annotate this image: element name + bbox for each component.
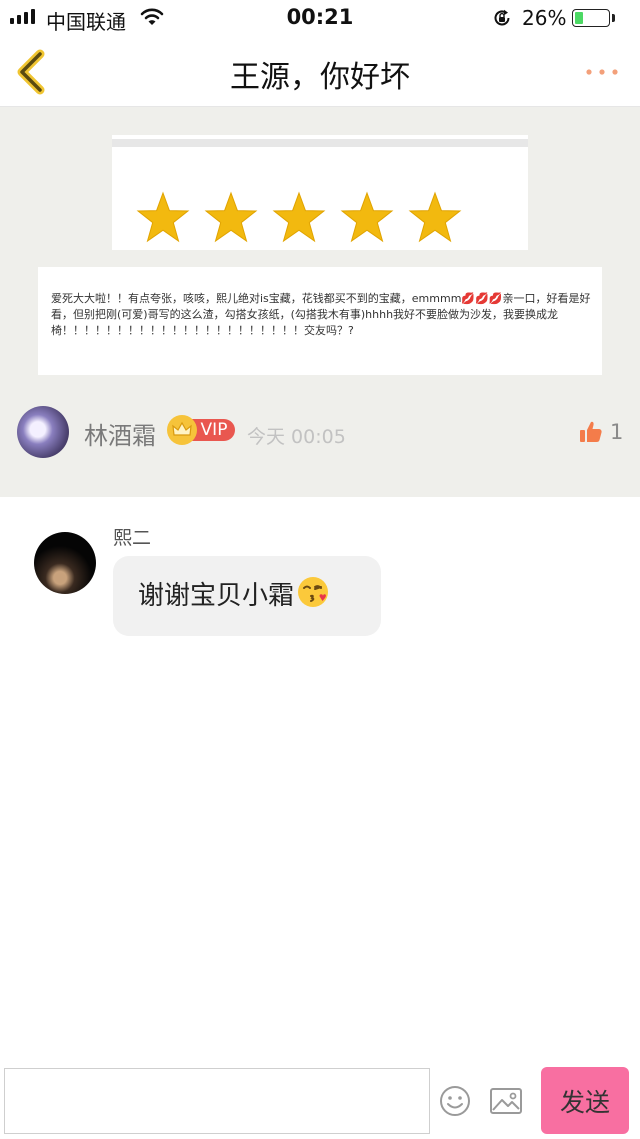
thumbs-up-icon[interactable] (578, 419, 604, 445)
star-icon (136, 191, 190, 243)
smiley-icon[interactable] (438, 1084, 472, 1118)
kissing-face-emoji-icon (298, 577, 329, 607)
review-text-image: 爱死大大啦！！有点夸张，咳咳，熙儿绝对is宝藏，花钱都买不到的宝藏，emmmm💋… (38, 267, 602, 375)
image-icon[interactable] (489, 1086, 523, 1116)
review-post: 爱死大大啦！！有点夸张，咳咳，熙儿绝对is宝藏，花钱都买不到的宝藏，emmmm💋… (0, 107, 640, 497)
star-icon (340, 191, 394, 243)
crown-icon (167, 415, 197, 445)
battery-percent: 26% (522, 6, 567, 30)
battery-icon (572, 9, 610, 27)
author-avatar[interactable] (17, 406, 69, 458)
more-dots-icon[interactable] (584, 62, 620, 82)
card-top-band (112, 139, 528, 147)
input-bar: 发送 (0, 1062, 640, 1139)
message-text: 谢谢宝贝小霜 (138, 581, 295, 611)
author-name[interactable]: 林酒霜 (84, 416, 156, 451)
star-icon (272, 191, 326, 243)
page-title: 王源，你好坏 (230, 60, 410, 95)
battery-level-fill (575, 12, 584, 24)
status-bar: 中国联通 00:21 26% (0, 0, 640, 38)
star-rating (136, 191, 462, 243)
sender-name: 熙二 (113, 527, 152, 549)
message-bubble: 谢谢宝贝小霜 (113, 556, 381, 636)
battery-cap (612, 14, 615, 22)
nav-header: 王源，你好坏 (0, 38, 640, 107)
post-time: 今天 00:05 (247, 426, 346, 448)
rotation-lock-icon (494, 9, 510, 26)
star-icon (408, 191, 462, 243)
send-button[interactable]: 发送 (541, 1067, 629, 1134)
star-rating-image (112, 135, 528, 250)
like-count: 1 (610, 420, 624, 444)
vip-badge: VIP (167, 415, 235, 445)
message-input[interactable] (4, 1068, 430, 1134)
sender-avatar[interactable] (34, 532, 96, 594)
review-text: 爱死大大啦！！有点夸张，咳咳，熙儿绝对is宝藏，花钱都买不到的宝藏，emmmm💋… (51, 292, 591, 337)
star-icon (204, 191, 258, 243)
